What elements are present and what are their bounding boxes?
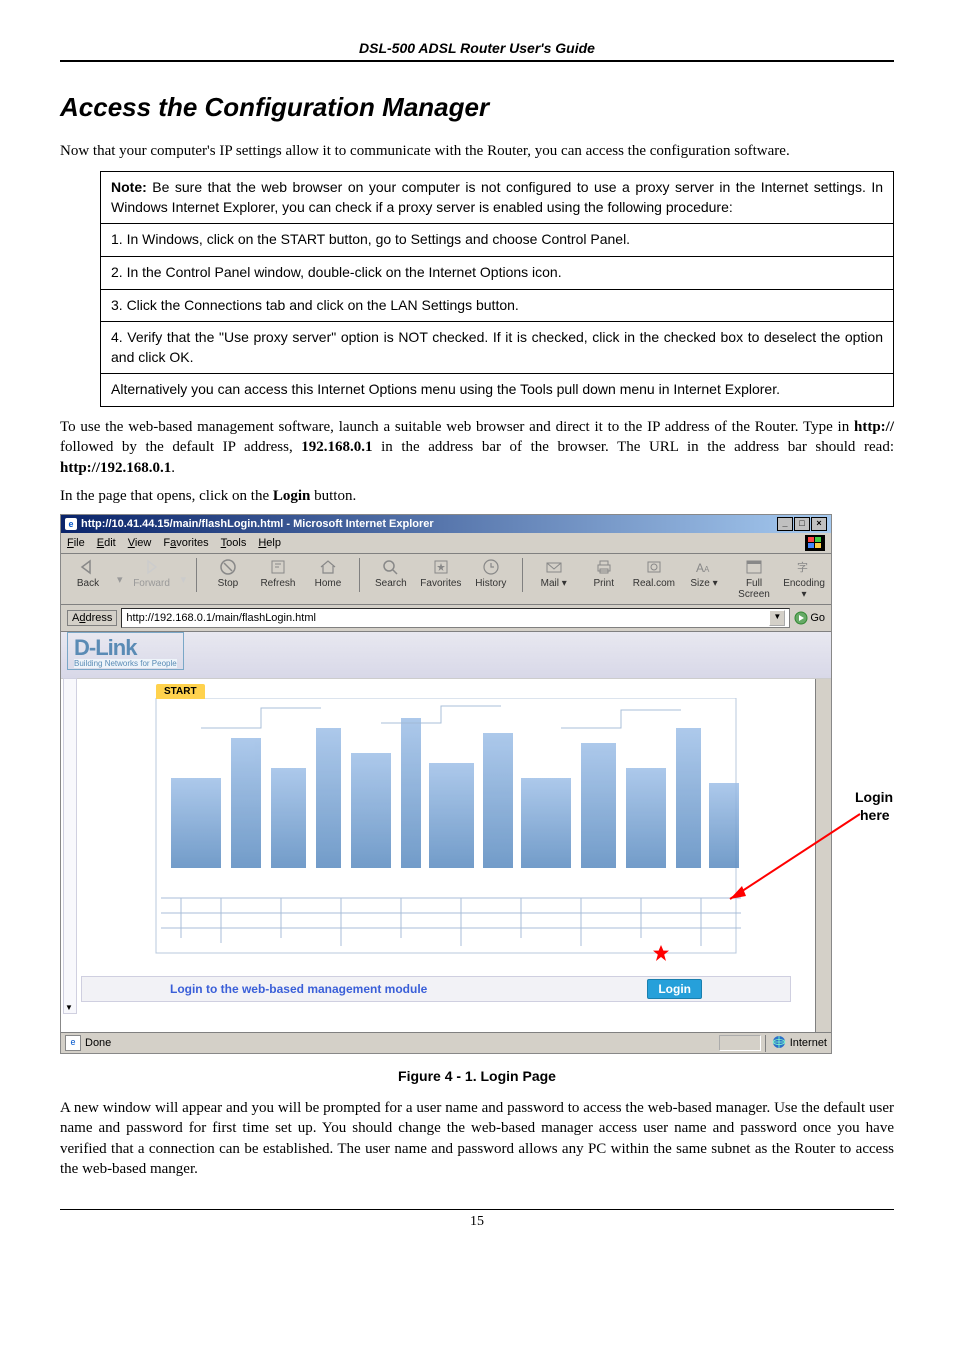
note-step-4: 4. Verify that the "Use proxy server" op…	[101, 322, 893, 374]
text: .	[171, 460, 175, 476]
note-step-2: 2. In the Control Panel window, double-c…	[101, 257, 893, 290]
dlink-banner: D-Link Building Networks for People	[61, 632, 831, 679]
windows-flag-icon	[805, 535, 825, 551]
section-heading: Access the Configuration Manager	[60, 92, 894, 123]
print-button[interactable]: Print	[583, 558, 625, 589]
address-input[interactable]: http://192.168.0.1/main/flashLogin.html …	[121, 608, 790, 628]
text-bold: http://	[854, 419, 894, 435]
dlink-tagline: Building Networks for People	[74, 659, 177, 668]
go-icon	[794, 611, 808, 625]
svg-text:A: A	[704, 565, 710, 574]
internet-zone-icon	[772, 1035, 786, 1052]
figure-caption: Figure 4 - 1. Login Page	[60, 1068, 894, 1084]
text: button.	[310, 488, 356, 504]
ie-toolbar: Back ▾ Forward ▾ Stop Refresh Home Searc…	[61, 554, 831, 605]
maximize-button[interactable]: □	[794, 517, 810, 531]
text: In the page that opens, click on the	[60, 488, 273, 504]
text-bold: 192.168.0.1	[301, 439, 372, 455]
scrollbar[interactable]: ▲	[815, 632, 831, 1032]
login-here-label-2: here	[860, 807, 890, 823]
outro-paragraph: A new window will appear and you will be…	[60, 1098, 894, 1179]
scroll-down-icon[interactable]: ▼	[64, 1003, 74, 1013]
menu-help[interactable]: Help	[258, 537, 281, 549]
back-button[interactable]: Back	[67, 558, 109, 589]
svg-text:字: 字	[797, 560, 808, 574]
go-button[interactable]: Go	[794, 611, 825, 625]
encoding-button[interactable]: 字Encoding ▾	[783, 558, 825, 600]
status-zone: Internet	[790, 1037, 827, 1049]
go-label: Go	[810, 612, 825, 624]
text-bold: Login	[273, 488, 311, 504]
fullscreen-button[interactable]: Full Screen	[733, 558, 775, 600]
text: To use the web-based management software…	[60, 419, 854, 435]
svg-text:A: A	[696, 561, 704, 575]
circuit-graphic	[81, 698, 801, 968]
ie-window: ehttp://10.41.44.15/main/flashLogin.html…	[60, 514, 832, 1054]
doc-header: DSL-500 ADSL Router User's Guide	[60, 40, 894, 62]
minimize-button[interactable]: _	[777, 517, 793, 531]
address-label: Address	[67, 610, 117, 626]
menu-edit[interactable]: Edit	[97, 537, 116, 549]
note-lead-text: Be sure that the web browser on your com…	[111, 179, 883, 215]
forward-button: Forward	[131, 558, 173, 589]
status-pane	[719, 1035, 761, 1051]
note-lead: Note: Be sure that the web browser on yo…	[101, 172, 893, 224]
address-value: http://192.168.0.1/main/flashLogin.html	[126, 610, 316, 626]
status-done: Done	[85, 1037, 111, 1049]
done-icon: e	[65, 1035, 81, 1051]
menu-view[interactable]: View	[128, 537, 152, 549]
text-bold: http://192.168.0.1	[60, 460, 171, 476]
ie-icon: e	[65, 518, 77, 530]
ie-address-bar: Address http://192.168.0.1/main/flashLog…	[61, 605, 831, 632]
mail-button[interactable]: Mail ▾	[533, 558, 575, 589]
note-step-3: 3. Click the Connections tab and click o…	[101, 290, 893, 323]
address-dropdown[interactable]: ▼	[769, 610, 785, 626]
ie-content: ▲ D-Link Building Networks for People ST…	[61, 632, 831, 1032]
realcom-button[interactable]: Real.com	[633, 558, 675, 589]
login-bar-text: Login to the web-based management module	[170, 982, 427, 996]
text: in the address bar of the browser. The U…	[373, 439, 894, 455]
login-here-label-1: Login	[855, 789, 893, 805]
menu-file[interactable]: File	[67, 537, 85, 549]
history-button[interactable]: History	[470, 558, 512, 589]
ie-menubar: File Edit View Favorites Tools Help	[61, 533, 831, 554]
ie-status-bar: e Done Internet	[61, 1032, 831, 1053]
refresh-button[interactable]: Refresh	[257, 558, 299, 589]
intro-paragraph: Now that your computer's IP settings all…	[60, 141, 894, 161]
screenshot-wrapper: ehttp://10.41.44.15/main/flashLogin.html…	[60, 514, 894, 1054]
stop-button[interactable]: Stop	[207, 558, 249, 589]
left-scroll-band[interactable]: ▼	[63, 678, 77, 1014]
note-label: Note:	[111, 179, 147, 195]
menu-tools[interactable]: Tools	[221, 537, 247, 549]
search-button[interactable]: Search	[370, 558, 412, 589]
note-step-5: Alternatively you can access this Intern…	[101, 374, 893, 406]
window-controls: _□×	[776, 517, 827, 531]
click-login-paragraph: In the page that opens, click on the Log…	[60, 486, 894, 506]
favorites-button[interactable]: Favorites	[420, 558, 462, 589]
home-button[interactable]: Home	[307, 558, 349, 589]
note-step-1: 1. In Windows, click on the START button…	[101, 224, 893, 257]
ie-title-text: ehttp://10.41.44.15/main/flashLogin.html…	[65, 518, 434, 530]
close-button[interactable]: ×	[811, 517, 827, 531]
text: followed by the default IP address,	[60, 439, 301, 455]
page-number: 15	[470, 1214, 484, 1229]
note-box: Note: Be sure that the web browser on yo…	[100, 171, 894, 407]
ie-titlebar: ehttp://10.41.44.15/main/flashLogin.html…	[61, 515, 831, 533]
start-tab[interactable]: START	[156, 684, 205, 699]
login-button[interactable]: Login	[647, 979, 702, 999]
login-bar: Login to the web-based management module…	[81, 976, 791, 1002]
page-footer: 15	[60, 1209, 894, 1230]
dlink-logo: D-Link Building Networks for People	[67, 632, 184, 670]
menu-favorites[interactable]: Favorites	[163, 537, 208, 549]
dlink-brand-text: D-Link	[74, 635, 136, 660]
after-note-paragraph: To use the web-based management software…	[60, 417, 894, 478]
size-button[interactable]: AASize ▾	[683, 558, 725, 589]
